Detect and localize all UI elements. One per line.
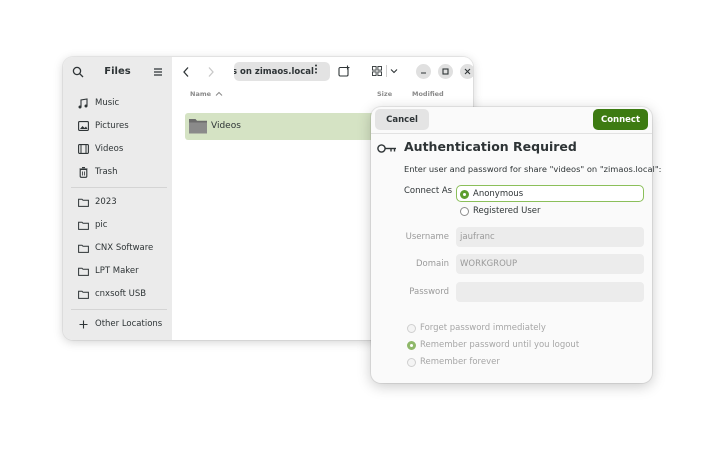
sidebar-item-label: Other Locations [95,319,163,329]
close-button[interactable] [460,64,473,79]
sidebar-item-cnx-software[interactable]: CNX Software [69,238,166,258]
column-header-size[interactable]: Size [377,90,392,98]
folder-icon [75,219,91,231]
radio-indicator [407,323,416,333]
sidebar-item-label: Music [95,98,120,108]
sidebar-item-music[interactable]: Music [69,93,166,113]
dialog-title: Authentication Required [404,139,577,154]
username-field[interactable]: jaufranc [456,227,644,247]
sidebar-item-pic[interactable]: pic [69,215,166,235]
header-bar: s on zimaos.local [172,57,473,87]
radio-remember-forever[interactable]: Remember forever [407,357,500,367]
radio-label: Remember forever [420,357,500,367]
radio-registered-user[interactable]: Registered User [460,206,541,216]
column-header-name[interactable]: Name [190,90,211,98]
sidebar-item-label: Trash [95,167,118,177]
dialog-message: Enter user and password for share "video… [404,164,662,174]
sidebar-item-label: 2023 [95,197,117,207]
sidebar-item-videos[interactable]: Videos [69,139,166,159]
password-field[interactable] [456,282,644,302]
connect-as-label: Connect As [404,186,453,196]
sidebar-item-2023[interactable]: 2023 [69,192,166,212]
chevron-down-icon[interactable] [390,68,398,74]
cancel-button[interactable]: Cancel [375,109,429,130]
minimize-icon [421,72,426,74]
sidebar-item-label: Pictures [95,121,129,131]
videos-icon [75,143,91,155]
sidebar-item-trash[interactable]: Trash [69,162,166,182]
username-label: Username [405,232,449,242]
sidebar-item-label: CNX Software [95,243,154,253]
maximize-button[interactable] [438,64,453,79]
radio-selected-indicator [460,189,469,199]
path-label: s on zimaos.local [234,66,314,77]
sidebar-item-label: cnxsoft USB [95,289,147,299]
grid-view-icon[interactable] [372,66,382,76]
trash-icon [75,166,91,178]
sort-ascending-icon [215,91,223,96]
radio-remember-until-logout[interactable]: Remember password until you logout [407,340,579,350]
sidebar-item-label: Videos [95,144,124,154]
radio-indicator [407,357,416,367]
folder-icon [75,265,91,277]
file-name: Videos [211,121,241,131]
hamburger-menu-icon[interactable] [153,67,163,77]
key-icon [377,144,396,153]
radio-label: Forget password immediately [420,323,546,333]
folder-icon [75,196,91,208]
connect-button[interactable]: Connect [593,109,648,130]
sidebar-item-lpt-maker[interactable]: LPT Maker [69,261,166,281]
sidebar-header: Files [63,57,172,87]
sidebar-item-label: LPT Maker [95,266,139,276]
radio-forget-password[interactable]: Forget password immediately [407,323,546,333]
music-icon [75,97,91,109]
pictures-icon [75,120,91,132]
radio-anonymous[interactable]: Anonymous [460,189,523,199]
radio-indicator [460,206,469,216]
folder-icon [189,119,207,134]
radio-selected-indicator [407,340,416,350]
column-header-modified[interactable]: Modified [412,90,444,98]
sidebar-item-pictures[interactable]: Pictures [69,116,166,136]
folder-icon [75,288,91,300]
sidebar-item-other-locations[interactable]: Other Locations [69,314,166,334]
authentication-dialog: Cancel Connect Authentication Required E… [371,107,661,383]
maximize-icon [442,68,449,75]
password-label: Password [409,287,449,297]
back-arrow-icon[interactable] [181,66,191,78]
plus-icon [75,318,91,330]
forward-arrow-icon[interactable] [206,66,216,78]
minimize-button[interactable] [416,64,431,79]
close-icon [464,68,471,75]
vertical-dots-icon[interactable] [313,63,319,75]
radio-label: Anonymous [473,189,524,199]
dialog-header: Cancel Connect [371,107,652,134]
folder-icon [75,242,91,254]
sidebar: Files Music Pictures Videos Trash 2023 p… [63,57,173,340]
sidebar-item-label: pic [95,220,108,230]
new-tab-icon[interactable] [338,65,351,77]
sidebar-divider [71,309,167,310]
radio-label: Remember password until you logout [420,340,580,350]
sidebar-divider [71,187,167,188]
sidebar-item-cnxsoft-usb[interactable]: cnxsoft USB [69,284,166,304]
domain-field[interactable]: WORKGROUP [456,254,644,274]
view-toggle-divider [386,65,387,77]
radio-label: Registered User [473,206,541,216]
domain-label: Domain [416,259,449,269]
